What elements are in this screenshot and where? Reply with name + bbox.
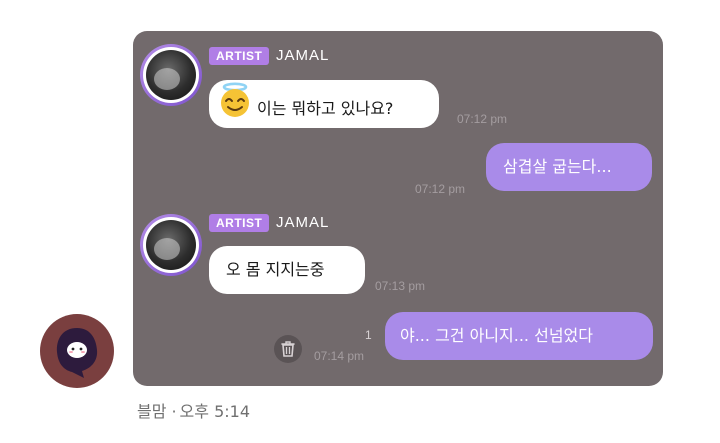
message-time: 07:12 pm bbox=[457, 112, 508, 126]
message-time: 07:12 pm bbox=[415, 182, 466, 196]
separator-dot: · bbox=[171, 402, 177, 421]
ghost-avatar-icon bbox=[56, 328, 98, 378]
incoming-message-bubble[interactable]: 오 몸 지지는중 bbox=[209, 246, 365, 294]
post-time: 오후 5:14 bbox=[179, 402, 251, 421]
post-author-avatar[interactable] bbox=[40, 314, 114, 388]
trash-icon bbox=[281, 341, 295, 357]
outgoing-message-bubble[interactable]: 삼겹살 굽는다... bbox=[486, 143, 652, 191]
message-time: 07:14 pm bbox=[314, 349, 365, 363]
chat-screenshot: ARTIST JAMAL 이는 뭐하고 있나요? 07:12 pm 삼겹살 굽는… bbox=[133, 31, 663, 386]
smiling-face-with-halo-icon bbox=[215, 80, 255, 139]
post-author-name[interactable]: 블맘 bbox=[137, 402, 166, 421]
sender-avatar[interactable] bbox=[140, 214, 202, 276]
delete-button[interactable] bbox=[274, 335, 302, 363]
message-text: 이는 뭐하고 있나요? bbox=[257, 99, 394, 118]
artist-badge: ARTIST bbox=[209, 47, 270, 65]
message-time: 07:13 pm bbox=[375, 279, 426, 293]
post-footer: 블맘 · 오후 5:14 bbox=[137, 398, 250, 422]
incoming-message-bubble[interactable]: 이는 뭐하고 있나요? bbox=[209, 80, 439, 128]
message-text: 야... 그건 아니지... 선넘었다 bbox=[400, 326, 593, 345]
artist-badge: ARTIST bbox=[209, 214, 270, 232]
sender-name: JAMAL bbox=[276, 214, 330, 231]
sender-avatar[interactable] bbox=[140, 44, 202, 106]
message-text: 삼겹살 굽는다... bbox=[503, 157, 612, 176]
message-text: 오 몸 지지는중 bbox=[226, 260, 325, 279]
sender-name: JAMAL bbox=[276, 47, 330, 64]
outgoing-message-bubble[interactable]: 야... 그건 아니지... 선넘었다 bbox=[385, 312, 653, 360]
unread-count: 1 bbox=[365, 328, 372, 342]
